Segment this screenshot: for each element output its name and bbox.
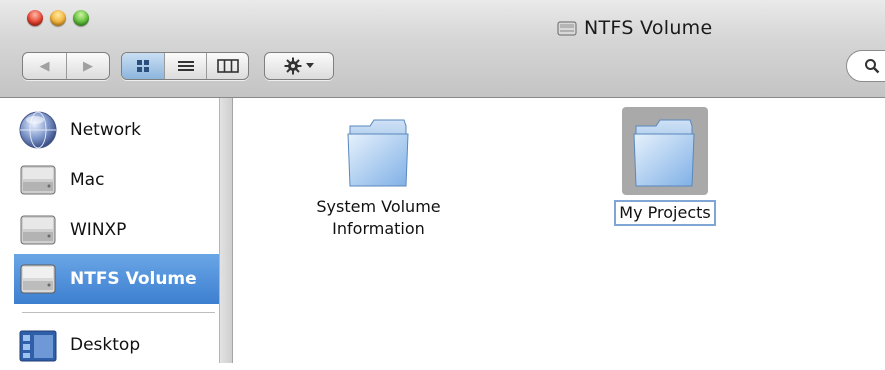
folder-icon: [346, 119, 409, 187]
view-mode-control: [121, 52, 249, 80]
forward-arrow-icon: ▶: [82, 58, 93, 74]
folder-name-line1: System Volume: [316, 197, 441, 216]
action-menu-button[interactable]: [264, 52, 334, 80]
hard-drive-icon: [20, 165, 56, 195]
gear-icon: [284, 57, 302, 75]
forward-button[interactable]: ▶: [65, 53, 109, 79]
action-menu-inner: [265, 53, 333, 79]
column-view-button[interactable]: [206, 53, 248, 79]
search-field[interactable]: [846, 50, 885, 82]
column-view-icon: [216, 59, 239, 73]
folder-icon: [633, 119, 695, 187]
sidebar-item-label: Desktop: [70, 335, 141, 355]
folder-name-line2: Information: [332, 219, 425, 238]
hard-drive-icon: [20, 215, 56, 245]
search-icon: [865, 59, 880, 74]
network-globe-icon: [19, 111, 57, 149]
sidebar-divider: [22, 312, 215, 313]
close-button[interactable]: [27, 10, 43, 26]
finder-window: NTFS Volume ◀ ▶ Network Mac WINXP NTFS V…: [0, 0, 885, 363]
sidebar-item-winxp[interactable]: WINXP: [18, 205, 219, 255]
sidebar-item-label: NTFS Volume: [70, 269, 197, 289]
unified-toolbar: NTFS Volume ◀ ▶: [0, 0, 885, 98]
sidebar-item-ntfs-volume[interactable]: NTFS Volume: [14, 254, 219, 304]
icon-view-icon: [137, 60, 149, 72]
sidebar-item-label: Network: [70, 120, 141, 140]
folder-name: System Volume Information: [316, 196, 440, 240]
back-forward-control: ◀ ▶: [22, 52, 110, 80]
drive-icon: [557, 21, 577, 36]
back-arrow-icon: ◀: [39, 58, 50, 74]
sidebar-item-label: WINXP: [70, 220, 127, 240]
back-button[interactable]: ◀: [23, 53, 66, 79]
zoom-button[interactable]: [73, 10, 89, 26]
icon-view-button[interactable]: [122, 53, 164, 79]
list-view-button[interactable]: [164, 53, 206, 79]
sidebar-item-mac[interactable]: Mac: [18, 155, 219, 205]
minimize-button[interactable]: [50, 10, 66, 26]
window-title: NTFS Volume: [557, 16, 712, 40]
sidebar-item-network[interactable]: Network: [18, 105, 219, 155]
folder-item-system-volume-information[interactable]: System Volume Information: [296, 112, 461, 240]
window-title-text: NTFS Volume: [584, 17, 713, 39]
sidebar-splitter[interactable]: [220, 98, 233, 363]
folder-selection-highlight: [622, 107, 708, 195]
desktop-folder-icon: [19, 330, 57, 362]
sidebar-item-label: Mac: [70, 170, 105, 190]
list-view-icon: [177, 61, 194, 71]
rename-field[interactable]: My Projects: [614, 200, 716, 226]
folder-item-my-projects[interactable]: My Projects: [604, 107, 726, 226]
hard-drive-icon: [20, 264, 56, 294]
chevron-down-icon: [306, 63, 314, 68]
